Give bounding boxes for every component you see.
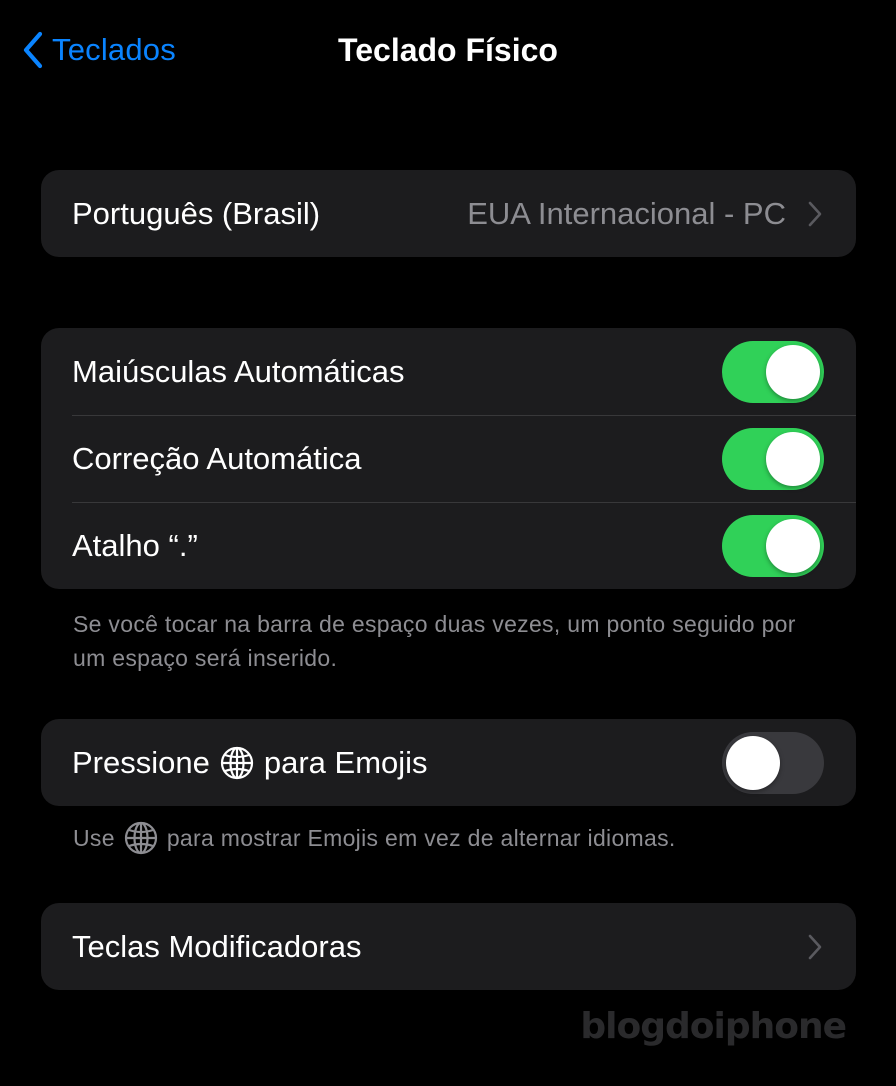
page-title: Teclado Físico — [338, 32, 558, 68]
auto-capitalization-toggle[interactable] — [722, 340, 824, 403]
auto-correction-toggle[interactable] — [722, 427, 824, 490]
globe-emoji-toggle[interactable] — [722, 731, 824, 794]
period-shortcut-row: Atalho “.” — [41, 502, 856, 589]
globe-icon — [220, 746, 253, 779]
layout-group: Português (Brasil) EUA Internacional - P… — [41, 170, 856, 257]
globe-emoji-label-prefix: Pressione — [72, 744, 210, 780]
globe-emoji-label: Pressione para Emojis — [72, 745, 428, 781]
auto-capitalization-label: Maiúsculas Automáticas — [72, 353, 405, 389]
auto-correction-label: Correção Automática — [72, 440, 362, 476]
modifier-group: Teclas Modificadoras — [41, 903, 856, 990]
modifier-keys-label: Teclas Modificadoras — [72, 928, 362, 964]
emoji-footnote: Use para mostrar Emojis em vez de altern… — [73, 821, 833, 855]
keyboard-layout-row[interactable]: Português (Brasil) EUA Internacional - P… — [41, 170, 856, 257]
period-shortcut-label: Atalho “.” — [72, 527, 198, 563]
globe-icon — [124, 821, 157, 855]
keyboard-layout-value: EUA Internacional - PC — [467, 195, 786, 231]
watermark-logo: blogdoiphone — [580, 1006, 847, 1047]
modifier-keys-row[interactable]: Teclas Modificadoras — [41, 903, 856, 990]
navigation-bar: Teclados Teclado Físico — [0, 0, 896, 100]
toggle-knob — [766, 431, 820, 486]
period-shortcut-toggle[interactable] — [722, 514, 824, 577]
globe-emoji-row: Pressione para Emojis — [41, 719, 856, 806]
emoji-footnote-suffix: para mostrar Emojis em vez de alternar i… — [166, 825, 676, 851]
toggle-knob — [766, 518, 820, 573]
toggle-knob — [726, 735, 780, 790]
toggle-knob — [766, 344, 820, 399]
emoji-group: Pressione para Emojis — [41, 719, 856, 806]
period-shortcut-footnote: Se você tocar na barra de espaço duas ve… — [73, 611, 796, 671]
auto-correction-row: Correção Automática — [41, 415, 856, 502]
emoji-footnote-prefix: Use — [73, 825, 115, 851]
chevron-right-icon — [808, 201, 822, 226]
chevron-right-icon — [808, 934, 822, 959]
auto-capitalization-row: Maiúsculas Automáticas — [41, 328, 856, 415]
keyboard-language-label: Português (Brasil) — [72, 195, 321, 231]
globe-emoji-label-suffix: para Emojis — [263, 744, 428, 780]
toggles-group: Maiúsculas Automáticas Correção Automáti… — [41, 328, 856, 589]
